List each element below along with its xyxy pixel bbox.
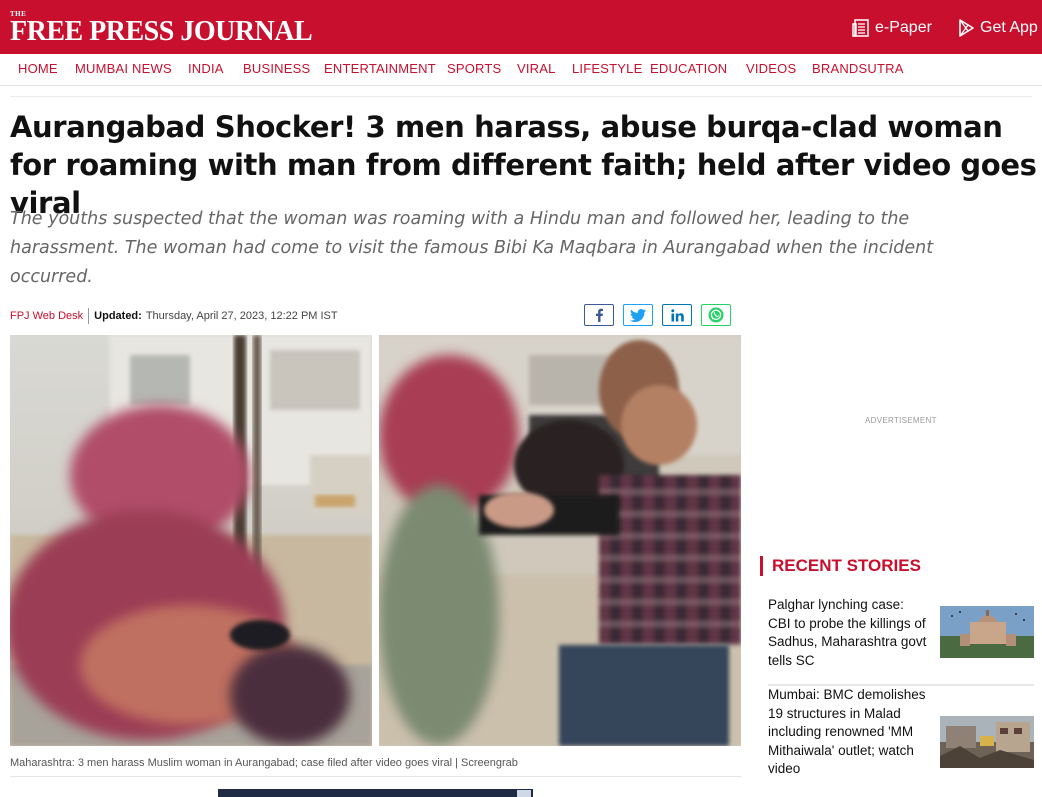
recent-stories-heading: RECENT STORIES — [760, 556, 921, 576]
nav-item-business[interactable]: BUSINESS — [243, 61, 310, 76]
newspaper-icon — [852, 19, 869, 37]
whatsapp-icon — [708, 307, 724, 323]
play-store-icon — [959, 19, 974, 37]
get-app-button[interactable]: Get App — [957, 16, 1038, 40]
nav-item-education[interactable]: EDUCATION — [650, 61, 727, 76]
meta-divider — [88, 308, 90, 324]
get-app-label: Get App — [980, 19, 1038, 36]
updated-timestamp: Thursday, April 27, 2023, 12:22 PM IST — [145, 310, 338, 322]
nav-item-india[interactable]: INDIA — [188, 61, 224, 76]
nav-item-brandsutra[interactable]: BRANDSUTRA — [812, 61, 904, 76]
share-twitter-button[interactable] — [623, 304, 653, 326]
nav-item-home[interactable]: HOME — [18, 61, 58, 76]
divider — [10, 776, 741, 777]
author-link[interactable]: FPJ Web Desk — [10, 310, 83, 322]
share-linkedin-button[interactable] — [662, 304, 692, 326]
recent-story[interactable]: Palghar lynching case: CBI to probe the … — [768, 596, 1034, 676]
nav-item-entertainment[interactable]: ENTERTAINMENT — [324, 61, 436, 76]
twitter-icon — [630, 308, 646, 322]
ad-banner[interactable] — [218, 789, 533, 797]
story-title[interactable]: Mumbai: BMC demolishes 19 structures in … — [768, 686, 930, 779]
recent-story[interactable]: Mumbai: BMC demolishes 19 structures in … — [768, 685, 1034, 797]
story-thumbnail[interactable] — [940, 606, 1034, 658]
nav-item-videos[interactable]: VIDEOS — [746, 61, 796, 76]
nav-item-mumbai-news[interactable]: MUMBAI NEWS — [75, 61, 172, 76]
nav-item-viral[interactable]: VIRAL — [517, 61, 556, 76]
site-header: THE FREE PRESS JOURNAL e-Paper Get App — [0, 0, 1042, 54]
story-thumbnail[interactable] — [940, 716, 1034, 768]
share-facebook-button[interactable] — [584, 304, 614, 326]
main-nav: HOME MUMBAI NEWS INDIA BUSINESS ENTERTAI… — [0, 54, 1042, 86]
article-image-right — [379, 335, 741, 746]
facebook-icon — [596, 308, 603, 322]
linkedin-icon — [670, 308, 684, 321]
story-title[interactable]: Palghar lynching case: CBI to probe the … — [768, 596, 930, 670]
divider — [10, 96, 1032, 97]
image-caption: Maharashtra: 3 men harass Muslim woman i… — [10, 757, 518, 769]
ad-choices-icon[interactable] — [517, 790, 531, 797]
article-image-left — [10, 335, 372, 746]
article-meta: FPJ Web Desk Updated: Thursday, April 27… — [10, 306, 338, 326]
epaper-button[interactable]: e-Paper — [852, 16, 932, 40]
nav-item-lifestyle[interactable]: LIFESTYLE — [572, 61, 642, 76]
article-summary: The youths suspected that the woman was … — [10, 209, 934, 287]
advertisement-label: ADVERTISEMENT — [865, 416, 937, 425]
updated-label: Updated: — [94, 310, 142, 322]
share-whatsapp-button[interactable] — [701, 304, 731, 326]
epaper-label: e-Paper — [875, 19, 932, 36]
logo-name: FREE PRESS JOURNAL — [10, 16, 313, 47]
nav-item-sports[interactable]: SPORTS — [447, 61, 501, 76]
